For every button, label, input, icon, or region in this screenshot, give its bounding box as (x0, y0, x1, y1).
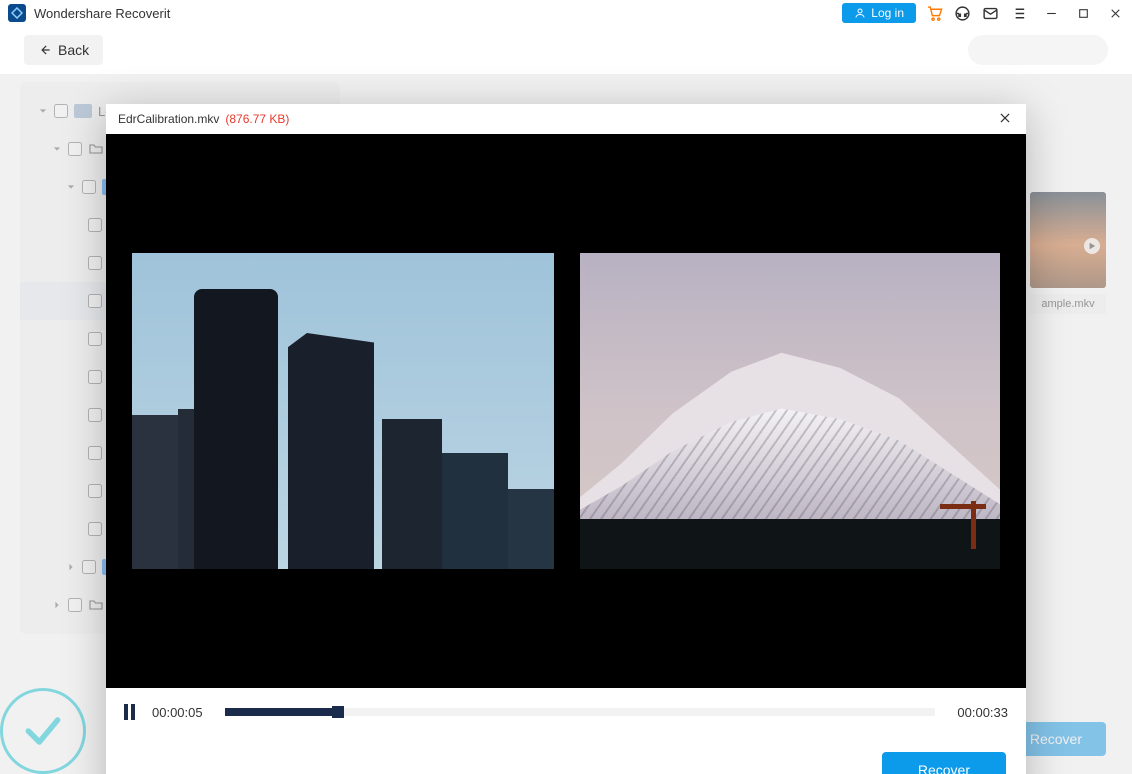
tree-checkbox[interactable] (68, 598, 82, 612)
modal-recover-button[interactable]: Recover (882, 752, 1006, 774)
login-button[interactable]: Log in (842, 3, 916, 23)
tree-checkbox[interactable] (88, 370, 102, 384)
caret-down-icon[interactable] (66, 182, 76, 192)
modal-header: EdrCalibration.mkv (876.77 KB) (106, 104, 1026, 134)
drive-icon (74, 104, 92, 118)
pause-button[interactable] (124, 704, 138, 720)
thumbnail-caption: ample.mkv (1030, 294, 1106, 314)
close-button[interactable] (1106, 4, 1124, 22)
folder-icon (88, 141, 104, 157)
preview-modal: EdrCalibration.mkv (876.77 KB) (106, 104, 1026, 774)
titlebar: Wondershare Recoverit Log in (0, 0, 1132, 26)
total-time: 00:00:33 (957, 705, 1008, 720)
app-title: Wondershare Recoverit (34, 6, 170, 21)
modal-recover-label: Recover (918, 762, 970, 774)
caret-right-icon[interactable] (52, 600, 62, 610)
tree-checkbox[interactable] (88, 522, 102, 536)
tree-checkbox[interactable] (88, 256, 102, 270)
modal-filesize: (876.77 KB) (225, 112, 289, 126)
caret-right-icon[interactable] (66, 562, 76, 572)
video-frame-left (132, 253, 554, 569)
tree-checkbox[interactable] (88, 294, 102, 308)
cart-icon[interactable] (924, 3, 944, 23)
file-thumbnail[interactable]: ample.mkv (1030, 192, 1106, 314)
back-label: Back (58, 42, 89, 58)
tree-checkbox[interactable] (68, 142, 82, 156)
modal-footer: Recover (106, 736, 1026, 774)
modal-filename: EdrCalibration.mkv (118, 112, 219, 126)
app-logo-icon (8, 4, 26, 22)
tree-checkbox[interactable] (88, 408, 102, 422)
video-preview (106, 134, 1026, 688)
current-time: 00:00:05 (152, 705, 203, 720)
seek-track[interactable] (225, 708, 936, 716)
tree-checkbox[interactable] (88, 484, 102, 498)
play-overlay-icon (1084, 238, 1100, 254)
tree-checkbox[interactable] (88, 218, 102, 232)
tree-checkbox[interactable] (88, 332, 102, 346)
mail-icon[interactable] (980, 3, 1000, 23)
caret-down-icon[interactable] (38, 106, 48, 116)
recover-main-label: Recover (1030, 731, 1082, 747)
modal-close-button[interactable] (998, 111, 1014, 127)
search-field[interactable] (968, 35, 1108, 65)
caret-down-icon[interactable] (52, 144, 62, 154)
scan-complete-icon (0, 688, 86, 774)
tree-checkbox[interactable] (54, 104, 68, 118)
login-label: Log in (871, 6, 904, 20)
thumbnail-image (1030, 192, 1106, 288)
maximize-button[interactable] (1074, 4, 1092, 22)
folder-icon (88, 597, 104, 613)
video-frame-right (580, 253, 1000, 569)
subbar: Back (0, 26, 1132, 74)
tree-checkbox[interactable] (82, 180, 96, 194)
seek-thumb[interactable] (332, 706, 344, 718)
content-area: Lo (0, 74, 1132, 774)
tree-checkbox[interactable] (82, 560, 96, 574)
minimize-button[interactable] (1042, 4, 1060, 22)
seek-fill (225, 708, 339, 716)
tree-checkbox[interactable] (88, 446, 102, 460)
back-button[interactable]: Back (24, 35, 103, 65)
video-controls: 00:00:05 00:00:33 (106, 688, 1026, 736)
support-icon[interactable] (952, 3, 972, 23)
list-icon[interactable] (1008, 3, 1028, 23)
